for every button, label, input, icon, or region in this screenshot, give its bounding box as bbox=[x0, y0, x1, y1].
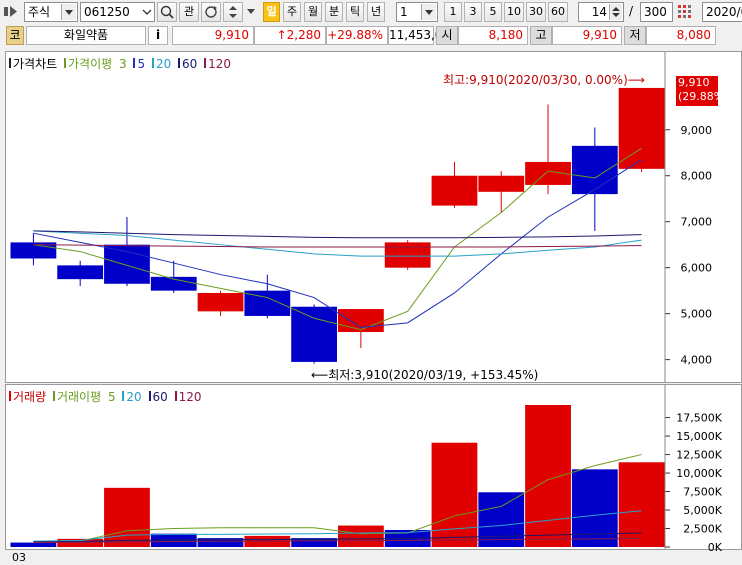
interval-button-5[interactable]: 5 bbox=[484, 2, 502, 22]
period-tab-year[interactable]: 년 bbox=[367, 2, 385, 22]
market-select-value: 주식 bbox=[28, 5, 51, 19]
legend-bullet-icon bbox=[9, 58, 11, 68]
x-axis-label: 03 bbox=[12, 551, 26, 564]
date-input-value: 2020/0 bbox=[706, 5, 742, 19]
current-price: 9,910 bbox=[172, 26, 254, 45]
refresh-button[interactable] bbox=[201, 2, 221, 22]
low-annotation: ⟵최저:3,910(2020/03/19, +153.45%) bbox=[311, 368, 539, 382]
period-tab-day[interactable]: 일 bbox=[263, 2, 280, 22]
price-ma-60: 60 bbox=[182, 57, 198, 71]
interval-button-1[interactable]: 1 bbox=[444, 2, 462, 22]
price-chart-panel: 가격차트 가격이평 3 5 20 60 120 최고:9,910(2020/03… bbox=[5, 51, 742, 383]
change-rate: +29.88% bbox=[326, 26, 388, 45]
interval-button-30[interactable]: 30 bbox=[526, 2, 546, 22]
menu-button[interactable] bbox=[245, 2, 257, 22]
legend-bullet-icon bbox=[9, 391, 11, 401]
open-price: 8,180 bbox=[458, 26, 528, 45]
stock-name: 화일약품 bbox=[26, 26, 146, 45]
price-legend: 가격차트 가격이평 3 5 20 60 120 bbox=[9, 55, 234, 72]
price-ma-label: 가격이평 bbox=[68, 57, 113, 71]
volume-legend: 거래량 거래이평 5 20 60 120 bbox=[9, 388, 205, 405]
volume-ma-120: 120 bbox=[178, 390, 202, 404]
price-ma-3: 3 bbox=[119, 57, 127, 71]
low-label: 저 bbox=[624, 26, 646, 45]
interval-button-10[interactable]: 10 bbox=[504, 2, 524, 22]
open-label: 시 bbox=[436, 26, 458, 45]
interval-select-value: 1 bbox=[400, 5, 408, 19]
market-select[interactable]: 주식 bbox=[24, 2, 78, 22]
interval-button-3[interactable]: 3 bbox=[464, 2, 482, 22]
count-input[interactable]: 300 bbox=[640, 2, 673, 22]
legend-bullet-icon bbox=[52, 391, 55, 401]
legend-bullet-icon bbox=[174, 391, 177, 401]
volume-ma-label: 거래이평 bbox=[56, 390, 102, 404]
price-change: ↑2,280 bbox=[254, 26, 326, 45]
count-separator: / bbox=[629, 4, 634, 18]
prev-next-stepper[interactable] bbox=[223, 2, 243, 22]
count-input-value: 300 bbox=[644, 5, 667, 19]
high-label: 고 bbox=[530, 26, 552, 45]
spin-arrows-icon bbox=[609, 4, 622, 20]
search-icon bbox=[160, 5, 174, 19]
up-down-arrows-icon bbox=[229, 6, 237, 18]
period-tab-minute[interactable]: 분 bbox=[325, 2, 343, 22]
legend-bullet-icon bbox=[178, 58, 181, 68]
legend-bullet-icon bbox=[122, 391, 125, 401]
chevron-down-icon bbox=[247, 9, 255, 14]
interest-button[interactable]: 관 bbox=[179, 2, 199, 22]
chevron-down-icon bbox=[141, 4, 153, 20]
price-ma-120: 120 bbox=[208, 57, 232, 71]
chevron-down-icon bbox=[421, 4, 436, 20]
stock-code-value: 061250 bbox=[84, 5, 130, 19]
chevron-down-icon bbox=[61, 4, 76, 20]
volume-chart-panel: 거래량 거래이평 5 20 60 120 bbox=[5, 384, 742, 550]
market-badge: 코 bbox=[6, 26, 24, 45]
legend-bullet-icon bbox=[133, 58, 136, 68]
period-tab-tick[interactable]: 틱 bbox=[346, 2, 364, 22]
low-price: 8,080 bbox=[646, 26, 716, 45]
trade-volume: 11,453,027 bbox=[388, 26, 458, 45]
interval-select[interactable]: 1 bbox=[396, 2, 438, 22]
price-chart-title: 가격차트 bbox=[13, 57, 58, 71]
info-button[interactable]: i bbox=[148, 26, 168, 45]
volume-ma-20: 20 bbox=[126, 390, 142, 404]
legend-bullet-icon bbox=[151, 58, 154, 68]
toolbar: 주식 061250 관 일 주 월 분 틱 년 1 1 3 5 10 30 60… bbox=[0, 0, 742, 24]
search-button[interactable] bbox=[157, 2, 177, 22]
zoom-stepper[interactable]: 14 bbox=[578, 2, 624, 22]
high-price: 9,910 bbox=[552, 26, 622, 45]
volume-chart-title: 거래량 bbox=[13, 390, 47, 404]
chart-settings-icon[interactable] bbox=[677, 4, 693, 20]
panel-toggle-icon[interactable] bbox=[4, 5, 18, 18]
stock-code-input[interactable]: 061250 bbox=[80, 2, 155, 22]
zoom-stepper-value: 14 bbox=[591, 5, 607, 19]
price-ma-20: 20 bbox=[155, 57, 172, 71]
volume-ma-5: 5 bbox=[107, 390, 116, 404]
legend-bullet-icon bbox=[64, 58, 66, 68]
legend-bullet-icon bbox=[204, 58, 207, 68]
price-ma-5: 5 bbox=[137, 57, 146, 71]
high-annotation: 최고:9,910(2020/03/30, 0.00%)⟶ bbox=[443, 73, 645, 87]
last-price-rate: (29.88%) bbox=[678, 90, 729, 103]
period-tab-month[interactable]: 월 bbox=[304, 2, 322, 22]
last-price-value: 9,910 bbox=[678, 76, 710, 89]
period-tab-week[interactable]: 주 bbox=[283, 2, 301, 22]
date-input[interactable]: 2020/0 bbox=[702, 2, 742, 22]
volume-ma-60: 60 bbox=[152, 390, 168, 404]
last-price-tag: 9,910 (29.88%) bbox=[676, 76, 729, 106]
legend-bullet-icon bbox=[148, 391, 151, 401]
interval-button-60[interactable]: 60 bbox=[548, 2, 568, 22]
refresh-icon bbox=[205, 6, 217, 18]
